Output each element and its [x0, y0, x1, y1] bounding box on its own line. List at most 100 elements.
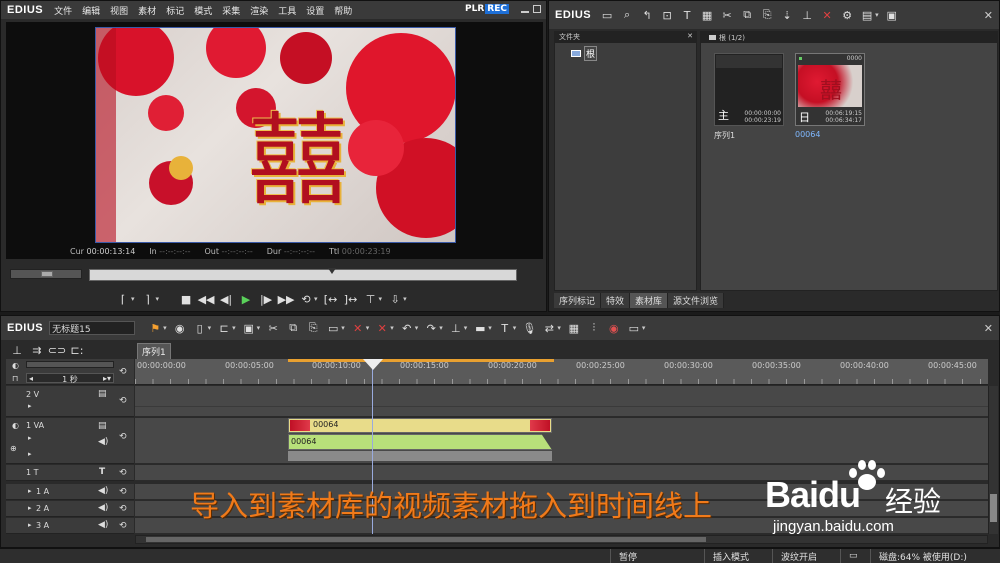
va-expand-2-icon[interactable]: ▸	[28, 450, 32, 458]
ripple-delete-icon[interactable]: ✕	[373, 320, 391, 336]
stop-icon[interactable]: ■	[177, 291, 195, 307]
copy-icon[interactable]: ⧉	[738, 7, 756, 23]
set-out-icon[interactable]: ⌉	[139, 291, 157, 307]
title-clip-icon[interactable]: T	[496, 320, 514, 336]
track-head-1va[interactable]: ◐ ⊕ 1 VA ▤ ◀) ▸ ▸ ⟲	[6, 418, 134, 464]
status-monitor-icon[interactable]: ▭	[840, 549, 870, 563]
va-sync-icon[interactable]: ⟲	[119, 432, 127, 442]
minimize-icon[interactable]	[521, 5, 529, 13]
track-head-1a[interactable]: ▸ 1 A ◀) ⟲	[6, 484, 134, 500]
track-head-2a[interactable]: ▸ 2 A ◀) ⟲	[6, 501, 134, 517]
menu-file[interactable]: 文件	[49, 4, 77, 17]
audio-3-speaker-icon[interactable]: ◀)	[98, 520, 108, 530]
redo-icon[interactable]: ↷	[422, 320, 440, 336]
status-ripple[interactable]: 波纹开启	[772, 549, 840, 563]
menu-clip[interactable]: 素材	[133, 4, 161, 17]
track-tool-1-icon[interactable]: ⊥	[8, 342, 26, 358]
bin-settings-icon[interactable]: ▣	[883, 7, 901, 23]
title-icon[interactable]: T	[678, 7, 696, 23]
save-icon[interactable]: ▣	[240, 320, 258, 336]
step-forward-icon[interactable]: |▶	[257, 291, 275, 307]
status-insert-mode[interactable]: 插入模式	[704, 549, 772, 563]
folder-root[interactable]: 根	[571, 46, 696, 61]
eye-icon[interactable]: ◐	[12, 361, 19, 370]
sequence-tab[interactable]: 序列1	[137, 343, 171, 360]
transition-icon[interactable]: ▬	[471, 320, 489, 336]
step-back-icon[interactable]: ◀|	[217, 291, 235, 307]
new-sequence-icon[interactable]: ▯	[191, 320, 209, 336]
export-icon[interactable]: ⇩	[386, 291, 404, 307]
tab-source-browser[interactable]: 源文件浏览	[668, 293, 725, 308]
menu-tools[interactable]: 工具	[273, 4, 301, 17]
audio-1-expand-icon[interactable]: ▸	[28, 487, 32, 495]
track-tool-2-icon[interactable]: ⇉	[28, 342, 46, 358]
zoom-bar[interactable]	[26, 361, 114, 368]
audio-2-sync-icon[interactable]: ⟲	[119, 504, 127, 514]
mixer-icon[interactable]: ⫶	[585, 320, 603, 336]
replace-icon[interactable]: ⊥	[798, 7, 816, 23]
clip-thumb-sequence[interactable]: 主 00:00:00:00 00:00:23:19	[714, 53, 784, 126]
track-link-icon[interactable]: ⊕	[10, 444, 17, 453]
mic-icon[interactable]: 🎙	[520, 320, 538, 336]
track-tool-3-icon[interactable]: ⊂⊃	[48, 342, 66, 358]
track-head-1t[interactable]: 1 T T ⟲	[6, 465, 134, 481]
new-project-icon[interactable]: ⚑	[146, 320, 164, 336]
sync-icon[interactable]: ◉	[605, 320, 623, 336]
menu-render[interactable]: 渲染	[245, 4, 273, 17]
title-track-icon[interactable]: T	[99, 467, 105, 477]
menu-marker[interactable]: 标记	[161, 4, 189, 17]
video-clip-00064[interactable]: 00064	[288, 418, 552, 433]
lock-icon[interactable]: ⊓	[12, 374, 18, 383]
open-icon[interactable]: ⊏	[215, 320, 233, 336]
zoom-slider[interactable]	[10, 269, 82, 279]
ruler-snap-icon[interactable]: ⟲	[119, 367, 127, 377]
play-icon[interactable]: ▶	[237, 291, 255, 307]
view-mode-icon[interactable]: ▤	[858, 7, 876, 23]
track-eye-icon[interactable]: ◐	[12, 421, 19, 430]
folder-panel-close-icon[interactable]: ✕	[687, 32, 696, 43]
overwrite-icon[interactable]: ]↔	[342, 291, 360, 307]
rewind-icon[interactable]: ◀◀	[197, 291, 215, 307]
track-lane-2v[interactable]	[135, 386, 988, 417]
properties-icon[interactable]: ⚙	[838, 7, 856, 23]
undo-icon[interactable]: ↶	[398, 320, 416, 336]
up-folder-icon[interactable]: ↰	[638, 7, 656, 23]
audio-1-speaker-icon[interactable]: ◀)	[98, 486, 108, 496]
set-in-icon[interactable]: ⌈	[114, 291, 132, 307]
grid-icon[interactable]: ▦	[565, 320, 583, 336]
track-head-3a[interactable]: ▸ 3 A ◀) ⟲	[6, 518, 134, 534]
playhead-cap[interactable]	[363, 359, 383, 370]
insert-icon[interactable]: [↔	[322, 291, 340, 307]
add-to-timeline-icon[interactable]: ⇣	[778, 7, 796, 23]
menu-capture[interactable]: 采集	[217, 4, 245, 17]
tab-sequence-markers[interactable]: 序列标记	[554, 293, 602, 308]
menu-help[interactable]: 帮助	[329, 4, 357, 17]
cut-icon[interactable]: ✂	[718, 7, 736, 23]
render-icon[interactable]: ⇄	[540, 320, 558, 336]
timeline-cut-icon[interactable]: ✂	[264, 320, 282, 336]
add-clip-icon[interactable]: ⊡	[658, 7, 676, 23]
color-bars-icon[interactable]: ▦	[698, 7, 716, 23]
audio-2-speaker-icon[interactable]: ◀)	[98, 503, 108, 513]
title-sync-icon[interactable]: ⟲	[119, 468, 127, 478]
position-bar[interactable]	[89, 268, 517, 282]
rec-mode-button[interactable]: REC	[485, 4, 509, 14]
layout-icon[interactable]: ▭	[625, 320, 643, 336]
timeline-paste-icon[interactable]: ⎘	[304, 320, 322, 336]
audio-3-sync-icon[interactable]: ⟲	[119, 521, 127, 531]
tab-effects[interactable]: 特效	[601, 293, 631, 308]
snapshot-icon[interactable]: ◉	[171, 320, 189, 336]
timeline-close-icon[interactable]: ✕	[984, 322, 993, 335]
plr-mode-button[interactable]: PLR	[465, 4, 484, 14]
maximize-icon[interactable]	[533, 5, 541, 13]
clip-thumb-00064[interactable]: 0000 囍 日 00:06:19:15 00:06:34:17	[795, 53, 865, 126]
timeline-copy-icon[interactable]: ⧉	[284, 320, 302, 336]
delete-clip-icon[interactable]: ✕	[349, 320, 367, 336]
va-video-icon[interactable]: ▤	[98, 421, 107, 431]
search-icon[interactable]: ⌕	[618, 7, 636, 23]
track-head-2v[interactable]: 2 V ▤ ▸ ⟲	[6, 386, 134, 417]
audio-1-sync-icon[interactable]: ⟲	[119, 487, 127, 497]
paste-icon[interactable]: ⎘	[758, 7, 776, 23]
playhead-marker[interactable]	[328, 268, 336, 282]
audio-2-expand-icon[interactable]: ▸	[28, 504, 32, 512]
